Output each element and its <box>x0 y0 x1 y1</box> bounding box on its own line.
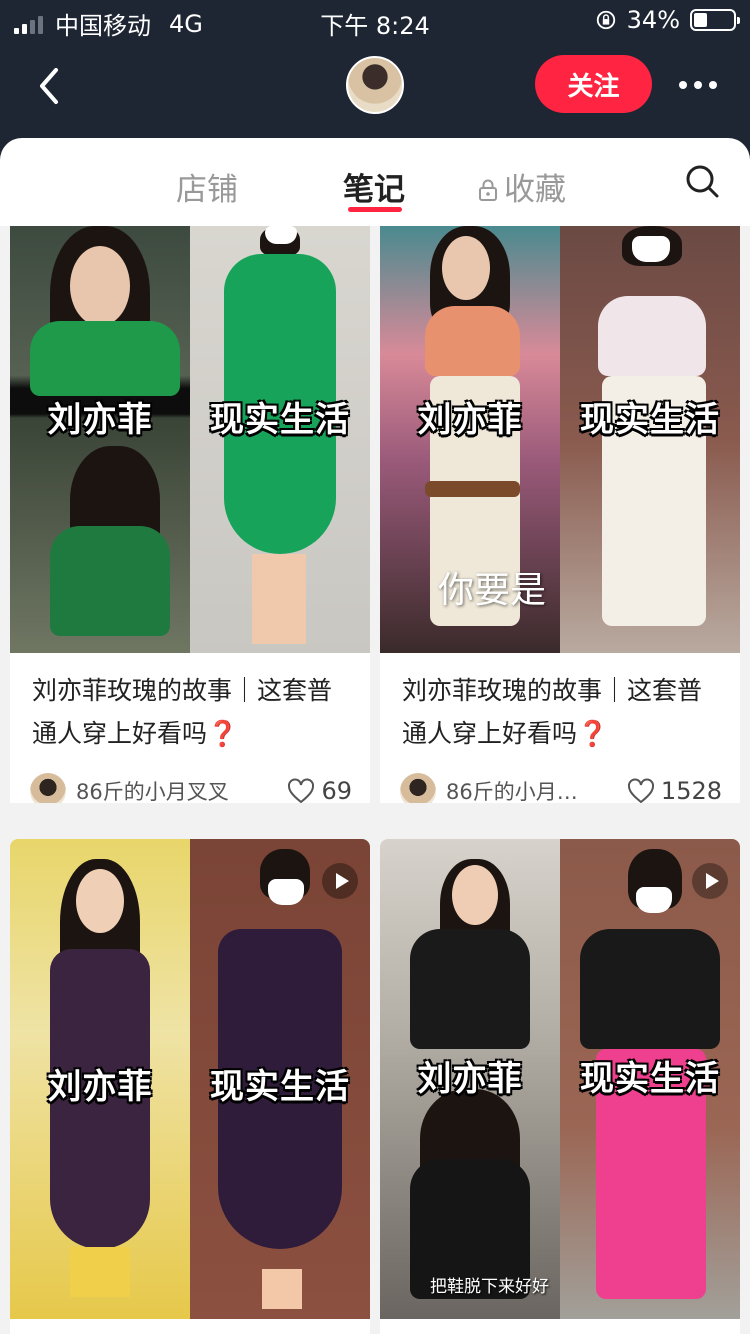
cover-text-left: 刘亦菲 <box>417 400 523 440</box>
author-name[interactable]: 86斤的小月… <box>446 776 627 803</box>
note-title-text: 刘亦菲玫瑰的故事｜这套普通人穿上好看吗 <box>402 676 703 748</box>
like-count: 1528 <box>660 777 722 803</box>
note-card[interactable]: 刘亦菲 现实生活 <box>10 839 370 1334</box>
cover-text-right: 现实生活 <box>210 1067 350 1107</box>
like-button[interactable]: 1528 <box>627 777 722 803</box>
profile-header: 中国移动 4G 下午 8:24 34% 关注 <box>0 0 750 160</box>
battery-percent: 34% <box>626 6 680 34</box>
note-cover[interactable]: 刘亦菲 现实生活 <box>10 226 370 653</box>
heart-icon <box>288 778 315 803</box>
note-meta: 86斤的小月叉叉 69 <box>30 771 352 803</box>
avatar[interactable] <box>346 56 404 114</box>
play-icon <box>692 863 728 899</box>
tab-notes[interactable]: 笔记 <box>343 164 405 209</box>
author-avatar[interactable] <box>400 773 436 803</box>
tab-bar: 店铺 笔记 收藏 <box>0 138 750 226</box>
more-icon[interactable] <box>668 70 728 100</box>
cover-text-left: 刘亦菲 <box>47 1067 153 1107</box>
cover-text-right: 现实生活 <box>210 400 350 440</box>
note-title: 刘亦菲玫瑰的故事｜这套普通人穿上好看吗❓ <box>402 669 722 755</box>
cover-text-left: 刘亦菲 <box>47 400 153 440</box>
back-arrow-icon[interactable] <box>30 62 70 110</box>
cover-text-right: 现实生活 <box>580 1059 720 1099</box>
tab-store[interactable]: 店铺 <box>176 164 238 209</box>
question-mark-icon: ❓ <box>577 719 609 748</box>
heart-icon <box>627 778 654 803</box>
author-name[interactable]: 86斤的小月叉叉 <box>76 776 287 803</box>
like-button[interactable]: 69 <box>287 777 352 803</box>
note-meta: 86斤的小月… 1528 <box>400 771 722 803</box>
note-card[interactable]: 刘亦菲 现实生活 刘亦菲玫瑰的故事｜这套普通人穿上好看吗❓ 86斤的小月叉叉 6… <box>10 226 370 803</box>
cover-text-right: 现实生活 <box>580 400 720 440</box>
note-cover[interactable]: 刘亦菲 现实生活 <box>10 839 370 1319</box>
status-bar: 中国移动 4G 下午 8:24 34% <box>0 0 750 40</box>
battery-icon <box>690 9 740 31</box>
tab-label: 收藏 <box>504 172 566 208</box>
play-icon <box>322 863 358 899</box>
cover-caption: 把鞋脱下来好好 <box>430 1277 549 1297</box>
question-mark-icon: ❓ <box>207 719 239 748</box>
note-title-text: 刘亦菲玫瑰的故事｜这套普通人穿上好看吗 <box>32 676 333 748</box>
like-count: 69 <box>321 777 352 803</box>
lock-icon <box>479 179 497 201</box>
search-icon[interactable] <box>684 163 720 199</box>
note-cover[interactable]: 刘亦菲 现实生活 你要是 <box>380 226 740 653</box>
tab-label: 笔记 <box>343 172 405 208</box>
rotation-lock-icon <box>596 10 615 30</box>
tab-label: 店铺 <box>176 172 238 208</box>
note-card[interactable]: 刘亦菲 现实生活 把鞋脱下来好好 <box>380 839 740 1334</box>
cover-subtitle: 你要是 <box>438 570 547 611</box>
note-card[interactable]: 刘亦菲 现实生活 你要是 刘亦菲玫瑰的故事｜这套普通人穿上好看吗❓ 86斤的小月… <box>380 226 740 803</box>
follow-button[interactable]: 关注 <box>535 55 652 113</box>
cover-text-left: 刘亦菲 <box>417 1059 523 1099</box>
active-tab-indicator <box>348 207 402 212</box>
note-title: 刘亦菲玫瑰的故事｜这套普通人穿上好看吗❓ <box>32 669 352 755</box>
note-cover[interactable]: 刘亦菲 现实生活 把鞋脱下来好好 <box>380 839 740 1319</box>
author-avatar[interactable] <box>30 773 66 803</box>
tab-collections[interactable]: 收藏 <box>478 164 566 209</box>
